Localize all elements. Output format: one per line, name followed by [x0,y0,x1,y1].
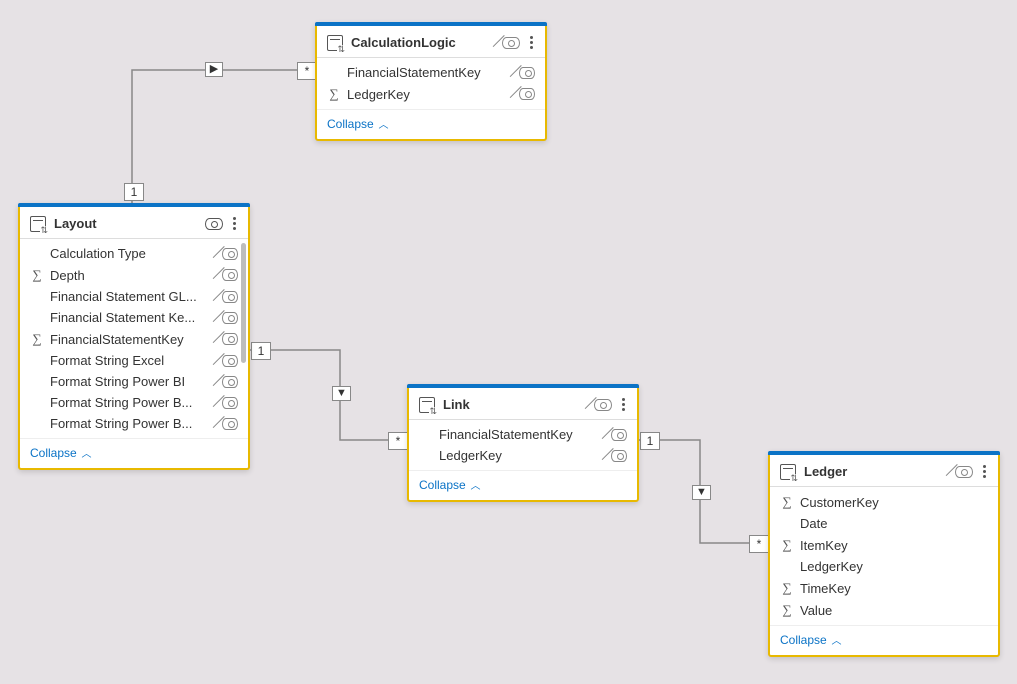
more-options-icon[interactable] [981,463,988,480]
cardinality-1: 1 [124,183,144,201]
table-link[interactable]: Link FinancialStatementKey LedgerKey Col… [407,384,639,502]
hidden-icon[interactable] [611,450,627,462]
field-name: Format String Power B... [50,416,216,431]
field-row[interactable]: ∑ FinancialStatementKey [20,328,248,350]
field-name: LedgerKey [439,448,605,463]
sigma-icon: ∑ [30,331,44,347]
field-row[interactable]: FinancialStatementKey [317,62,545,83]
field-name: Format String Power BI [50,374,216,389]
cardinality-many: * [749,535,769,553]
field-name: CustomerKey [800,495,966,510]
table-icon [327,35,343,51]
field-name: Depth [50,268,216,283]
field-row[interactable]: Format String Power BI [20,371,248,392]
sigma-icon: ∑ [780,602,794,618]
hidden-icon[interactable] [611,429,627,441]
table-title: Link [443,397,586,412]
table-ledger[interactable]: Ledger ∑ CustomerKey Date ∑ ItemKey Ledger… [768,451,1000,657]
sigma-icon: ∑ [780,494,794,510]
more-options-icon[interactable] [620,396,627,413]
sigma-icon: ∑ [327,86,341,102]
visibility-icon[interactable] [955,466,973,478]
field-name: FinancialStatementKey [347,65,513,80]
field-row[interactable]: Format String Power B... [20,413,248,434]
more-options-icon[interactable] [528,34,535,51]
sigma-icon: ∑ [780,580,794,596]
field-row[interactable]: ∑ LedgerKey [317,83,545,105]
hidden-icon[interactable] [519,88,535,100]
hidden-icon[interactable] [222,355,238,367]
field-name: FinancialStatementKey [439,427,605,442]
field-name: Format String Power B... [50,395,216,410]
hidden-icon[interactable] [222,333,238,345]
cardinality-1: 1 [251,342,271,360]
hidden-icon[interactable] [222,397,238,409]
table-icon [419,397,435,413]
table-calculationlogic[interactable]: CalculationLogic FinancialStatementKey ∑… [315,22,547,141]
collapse-link[interactable]: Collapse ︿ [30,446,91,460]
sigma-icon: ∑ [30,267,44,283]
field-row[interactable]: ∑ Depth [20,264,248,286]
sigma-icon: ∑ [780,537,794,553]
field-name: Value [800,603,966,618]
collapse-link[interactable]: Collapse ︿ [780,633,841,647]
chevron-up-icon: ︿ [829,636,842,647]
cardinality-many: * [388,432,408,450]
hidden-icon[interactable] [222,269,238,281]
field-row[interactable]: LedgerKey [409,445,637,466]
field-name: Format String Excel [50,353,216,368]
cardinality-many: * [297,62,317,80]
field-name: Financial Statement GL... [50,289,216,304]
field-row[interactable]: FinancialStatementKey [409,424,637,445]
chevron-up-icon: ︿ [376,120,389,131]
chevron-up-icon: ︿ [79,449,92,460]
cardinality-1: 1 [640,432,660,450]
direction-arrow: ▶ [205,62,223,77]
hidden-icon[interactable] [222,312,238,324]
field-row[interactable]: ∑ Value [770,599,998,621]
visibility-icon[interactable] [502,37,520,49]
visibility-icon[interactable] [594,399,612,411]
chevron-up-icon: ︿ [468,481,481,492]
table-title: Ledger [804,464,947,479]
field-name: Calculation Type [50,246,216,261]
field-row[interactable]: Date [770,513,998,534]
table-title: CalculationLogic [351,35,494,50]
field-row[interactable]: ∑ TimeKey [770,577,998,599]
field-name: LedgerKey [347,87,513,102]
hidden-icon[interactable] [222,376,238,388]
collapse-link[interactable]: Collapse ︿ [327,117,388,131]
field-row[interactable]: LedgerKey [770,556,998,577]
direction-arrow: ▼ [692,485,711,500]
table-layout[interactable]: Layout Calculation Type ∑ Depth Financial… [18,203,250,470]
hidden-icon[interactable] [222,291,238,303]
field-name: Date [800,516,966,531]
field-row[interactable]: Format String Excel [20,350,248,371]
table-title: Layout [54,216,197,231]
hidden-icon[interactable] [519,67,535,79]
collapse-link[interactable]: Collapse ︿ [419,478,480,492]
field-name: FinancialStatementKey [50,332,216,347]
field-row[interactable]: ∑ CustomerKey [770,491,998,513]
field-name: TimeKey [800,581,966,596]
field-row[interactable]: Financial Statement Ke... [20,307,248,328]
table-icon [780,464,796,480]
hidden-icon[interactable] [222,248,238,260]
visibility-icon[interactable] [205,218,223,230]
direction-arrow: ▼ [332,386,351,401]
field-row[interactable]: ∑ ItemKey [770,534,998,556]
field-name: Financial Statement Ke... [50,310,216,325]
more-options-icon[interactable] [231,215,238,232]
field-row[interactable]: Financial Statement GL... [20,286,248,307]
field-row[interactable]: Calculation Type [20,243,248,264]
field-name: LedgerKey [800,559,966,574]
field-name: ItemKey [800,538,966,553]
field-row[interactable]: Format String Power B... [20,392,248,413]
table-icon [30,216,46,232]
hidden-icon[interactable] [222,418,238,430]
